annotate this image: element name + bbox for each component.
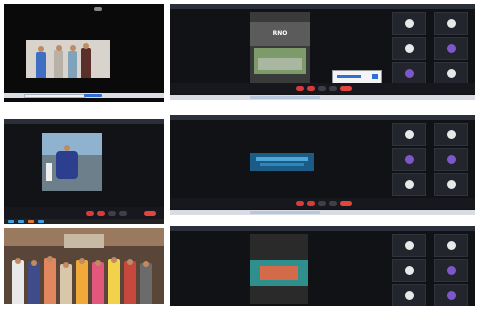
participant-tile[interactable]	[434, 284, 468, 306]
end-call-icon[interactable]	[144, 211, 156, 216]
shared-photo	[26, 40, 110, 78]
screen-4-taskbar	[170, 210, 475, 215]
browser-tab-bar	[170, 4, 475, 9]
participant-tile[interactable]	[434, 259, 468, 282]
present-icon[interactable]	[318, 86, 326, 91]
participant-tile[interactable]	[434, 12, 468, 35]
notification-popup[interactable]	[332, 70, 382, 84]
participant-tile[interactable]	[392, 284, 426, 306]
group-photo	[4, 228, 164, 304]
camera-icon	[94, 7, 102, 11]
participant-tile[interactable]	[392, 259, 426, 282]
screen-1-meeting	[4, 4, 164, 102]
camera-icon[interactable]	[307, 201, 315, 206]
mic-icon[interactable]	[296, 201, 304, 206]
screen-4-meeting	[170, 115, 475, 215]
more-icon[interactable]	[119, 211, 127, 216]
end-call-icon[interactable]	[340, 86, 352, 91]
mic-icon[interactable]	[86, 211, 94, 216]
participant-tile[interactable]	[434, 123, 468, 146]
participant-tile[interactable]	[434, 37, 468, 60]
screen-1-taskbar	[4, 93, 164, 98]
browser-tab-bar	[4, 119, 164, 124]
present-icon[interactable]	[318, 201, 326, 206]
slide-title: RNO	[272, 30, 288, 37]
browser-tab-bar	[170, 226, 475, 231]
screen-3-taskbar	[4, 219, 164, 224]
screen-2-taskbar	[170, 95, 475, 100]
presented-slide: RNO	[250, 12, 310, 86]
camera-icon[interactable]	[97, 211, 105, 216]
camera-icon[interactable]	[307, 86, 315, 91]
call-controls	[170, 83, 475, 94]
participant-tile[interactable]	[392, 62, 426, 85]
participant-tile[interactable]	[434, 148, 468, 171]
more-icon[interactable]	[329, 201, 337, 206]
call-controls	[4, 207, 164, 219]
more-icon[interactable]	[329, 86, 337, 91]
screen-3-meeting	[4, 119, 164, 219]
browser-tab-bar	[170, 115, 475, 120]
mic-icon[interactable]	[296, 86, 304, 91]
participant-tile[interactable]	[392, 173, 426, 196]
participant-tile[interactable]	[392, 234, 426, 257]
presented-slide	[250, 153, 314, 171]
participant-tile[interactable]	[434, 234, 468, 257]
participant-tile[interactable]	[434, 62, 468, 85]
participant-tile[interactable]	[434, 173, 468, 196]
presented-slide	[250, 234, 308, 304]
shared-photo	[42, 133, 102, 191]
call-controls	[170, 198, 475, 209]
participant-tile[interactable]	[392, 12, 426, 35]
participant-tile[interactable]	[392, 148, 426, 171]
participant-tile[interactable]	[392, 37, 426, 60]
end-call-icon[interactable]	[340, 201, 352, 206]
screen-2-meeting: RNO	[170, 4, 475, 100]
participant-tile[interactable]	[392, 123, 426, 146]
present-icon[interactable]	[108, 211, 116, 216]
screen-6-meeting	[170, 226, 475, 306]
